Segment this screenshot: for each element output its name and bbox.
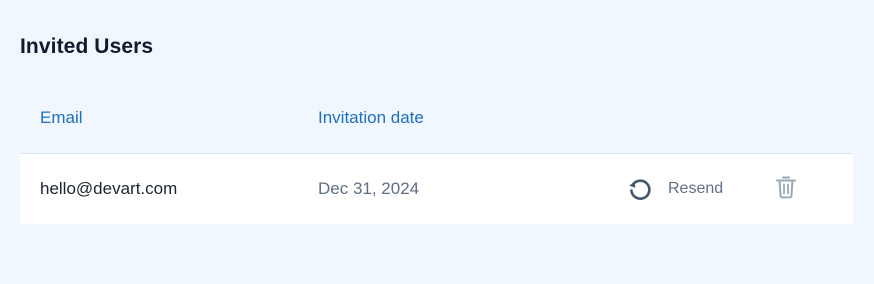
- section-title: Invited Users: [20, 35, 154, 58]
- invited-email: hello@devart.com: [40, 179, 178, 198]
- resend-label: Resend: [668, 180, 724, 197]
- column-header-invitation-date: Invitation date: [318, 108, 424, 127]
- delete-button[interactable]: [773, 175, 799, 203]
- column-header-email: Email: [40, 108, 83, 127]
- refresh-icon: [626, 175, 654, 203]
- table-row: hello@devart.com Dec 31, 2024 Resend: [20, 154, 853, 224]
- trash-icon: [775, 175, 797, 204]
- invitation-date: Dec 31, 2024: [318, 179, 420, 198]
- table-header: Email Invitation date: [20, 84, 853, 154]
- resend-button[interactable]: Resend: [626, 174, 723, 204]
